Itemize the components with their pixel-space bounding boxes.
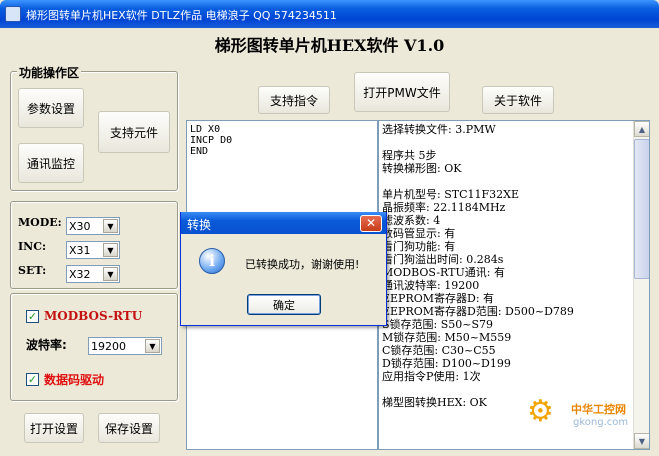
save-settings-button[interactable]: 保存设置 (98, 413, 160, 443)
mode-select[interactable]: X30 ▼ (66, 217, 120, 235)
result-line: MODBOS-RTU通讯: 有 (382, 266, 505, 279)
result-line: 看门狗溢出时间: 0.284s (382, 253, 504, 266)
digit-drive-label: 数据码驱动 (44, 373, 105, 387)
ok-button[interactable]: 确定 (247, 294, 321, 315)
modbus-checkbox[interactable]: ✓ (26, 310, 39, 323)
chevron-down-icon[interactable]: ▼ (103, 243, 118, 257)
app-heading: 梯形图转单片机HEX软件 V1.0 (214, 36, 445, 55)
baud-rate-select[interactable]: 19200 ▼ (88, 337, 162, 355)
mode-select-value: X30 (69, 220, 91, 233)
supported-elements-button[interactable]: 支持元件 (98, 111, 170, 153)
result-line: EEPROM寄存器D范围: D500~D789 (382, 305, 574, 318)
program-line: INCP D0 (190, 135, 233, 146)
digit-drive-checkbox[interactable]: ✓ (26, 373, 39, 386)
watermark-brand: 中华工控网 (571, 403, 626, 416)
set-select[interactable]: X32 ▼ (66, 265, 120, 283)
result-line: 晶振频率: 22.1184MHz (382, 201, 506, 214)
result-line: 看门狗功能: 有 (382, 240, 456, 253)
program-line: END (190, 146, 209, 157)
window-title-bar[interactable]: 梯形图转单片机HEX软件 DTLZ作品 电梯浪子 QQ 574234511 (0, 0, 659, 28)
close-icon[interactable]: ✕ (360, 215, 382, 232)
dialog-message: 已转换成功，谢谢使用! (245, 258, 360, 271)
result-line: M锁存范围: M50~M559 (382, 331, 512, 344)
baud-rate-label: 波特率: (26, 338, 67, 352)
result-line: 选择转换文件: 3.PMW (382, 123, 496, 136)
chevron-down-icon[interactable]: ▼ (103, 219, 118, 233)
result-line: C锁存范围: C30~C55 (382, 344, 496, 357)
result-line: S锁存范围: S50~S79 (382, 318, 494, 331)
result-line: 应用指令P使用: 1次 (382, 370, 481, 383)
conversion-dialog: 转换 ✕ i 已转换成功，谢谢使用! 确定 (180, 212, 387, 326)
result-line: 滤波系数: 4 (382, 214, 441, 227)
program-line: LD X0 (190, 124, 221, 135)
dialog-title: 转换 (181, 212, 386, 234)
watermark-url: gkong.com (573, 417, 629, 428)
supported-instructions-button[interactable]: 支持指令 (258, 86, 330, 114)
inc-label: INC: (18, 240, 47, 253)
info-icon: i (199, 248, 225, 274)
result-line: 通讯波特率: 19200 (382, 279, 480, 292)
set-label: SET: (18, 264, 47, 277)
result-line: 转换梯形图: OK (382, 162, 462, 175)
result-line (382, 175, 646, 188)
open-settings-button[interactable]: 打开设置 (24, 413, 84, 443)
result-line: D锁存范围: D100~D199 (382, 357, 511, 370)
chevron-down-icon[interactable]: ▼ (103, 267, 118, 281)
result-line: 单片机型号: STC11F32XE (382, 188, 519, 201)
result-line: 程序共 5步 (382, 149, 437, 162)
comm-monitor-button[interactable]: 通讯监控 (18, 143, 84, 183)
result-line: EEPROM寄存器D: 有 (382, 292, 495, 305)
modbus-label: MODBOS-RTU (44, 309, 143, 323)
inc-select[interactable]: X31 ▼ (66, 241, 120, 259)
function-panel-legend: 功能操作区 (17, 64, 82, 81)
baud-rate-value: 19200 (91, 340, 126, 353)
chevron-down-icon[interactable]: ▼ (145, 339, 160, 353)
result-line: 数码管显示: 有 (382, 227, 456, 240)
mode-label: MODE: (18, 216, 62, 229)
inc-select-value: X31 (69, 244, 91, 257)
param-settings-button[interactable]: 参数设置 (18, 88, 84, 128)
set-select-value: X32 (69, 268, 91, 281)
about-software-button[interactable]: 关于软件 (482, 86, 554, 114)
scroll-up-icon[interactable]: ▲ (634, 121, 649, 137)
scroll-down-icon[interactable]: ▼ (634, 433, 649, 449)
scrollbar-thumb[interactable] (634, 139, 649, 279)
open-pmw-file-button[interactable]: 打开PMW文件 (354, 72, 450, 112)
watermark: ⚙ 中华工控网 gkong.com (527, 395, 652, 435)
result-line (382, 136, 646, 149)
gear-icon: ⚙ (527, 394, 554, 429)
window-title: 梯形图转单片机HEX软件 DTLZ作品 电梯浪子 QQ 574234511 (26, 9, 337, 22)
app-icon (5, 6, 21, 22)
